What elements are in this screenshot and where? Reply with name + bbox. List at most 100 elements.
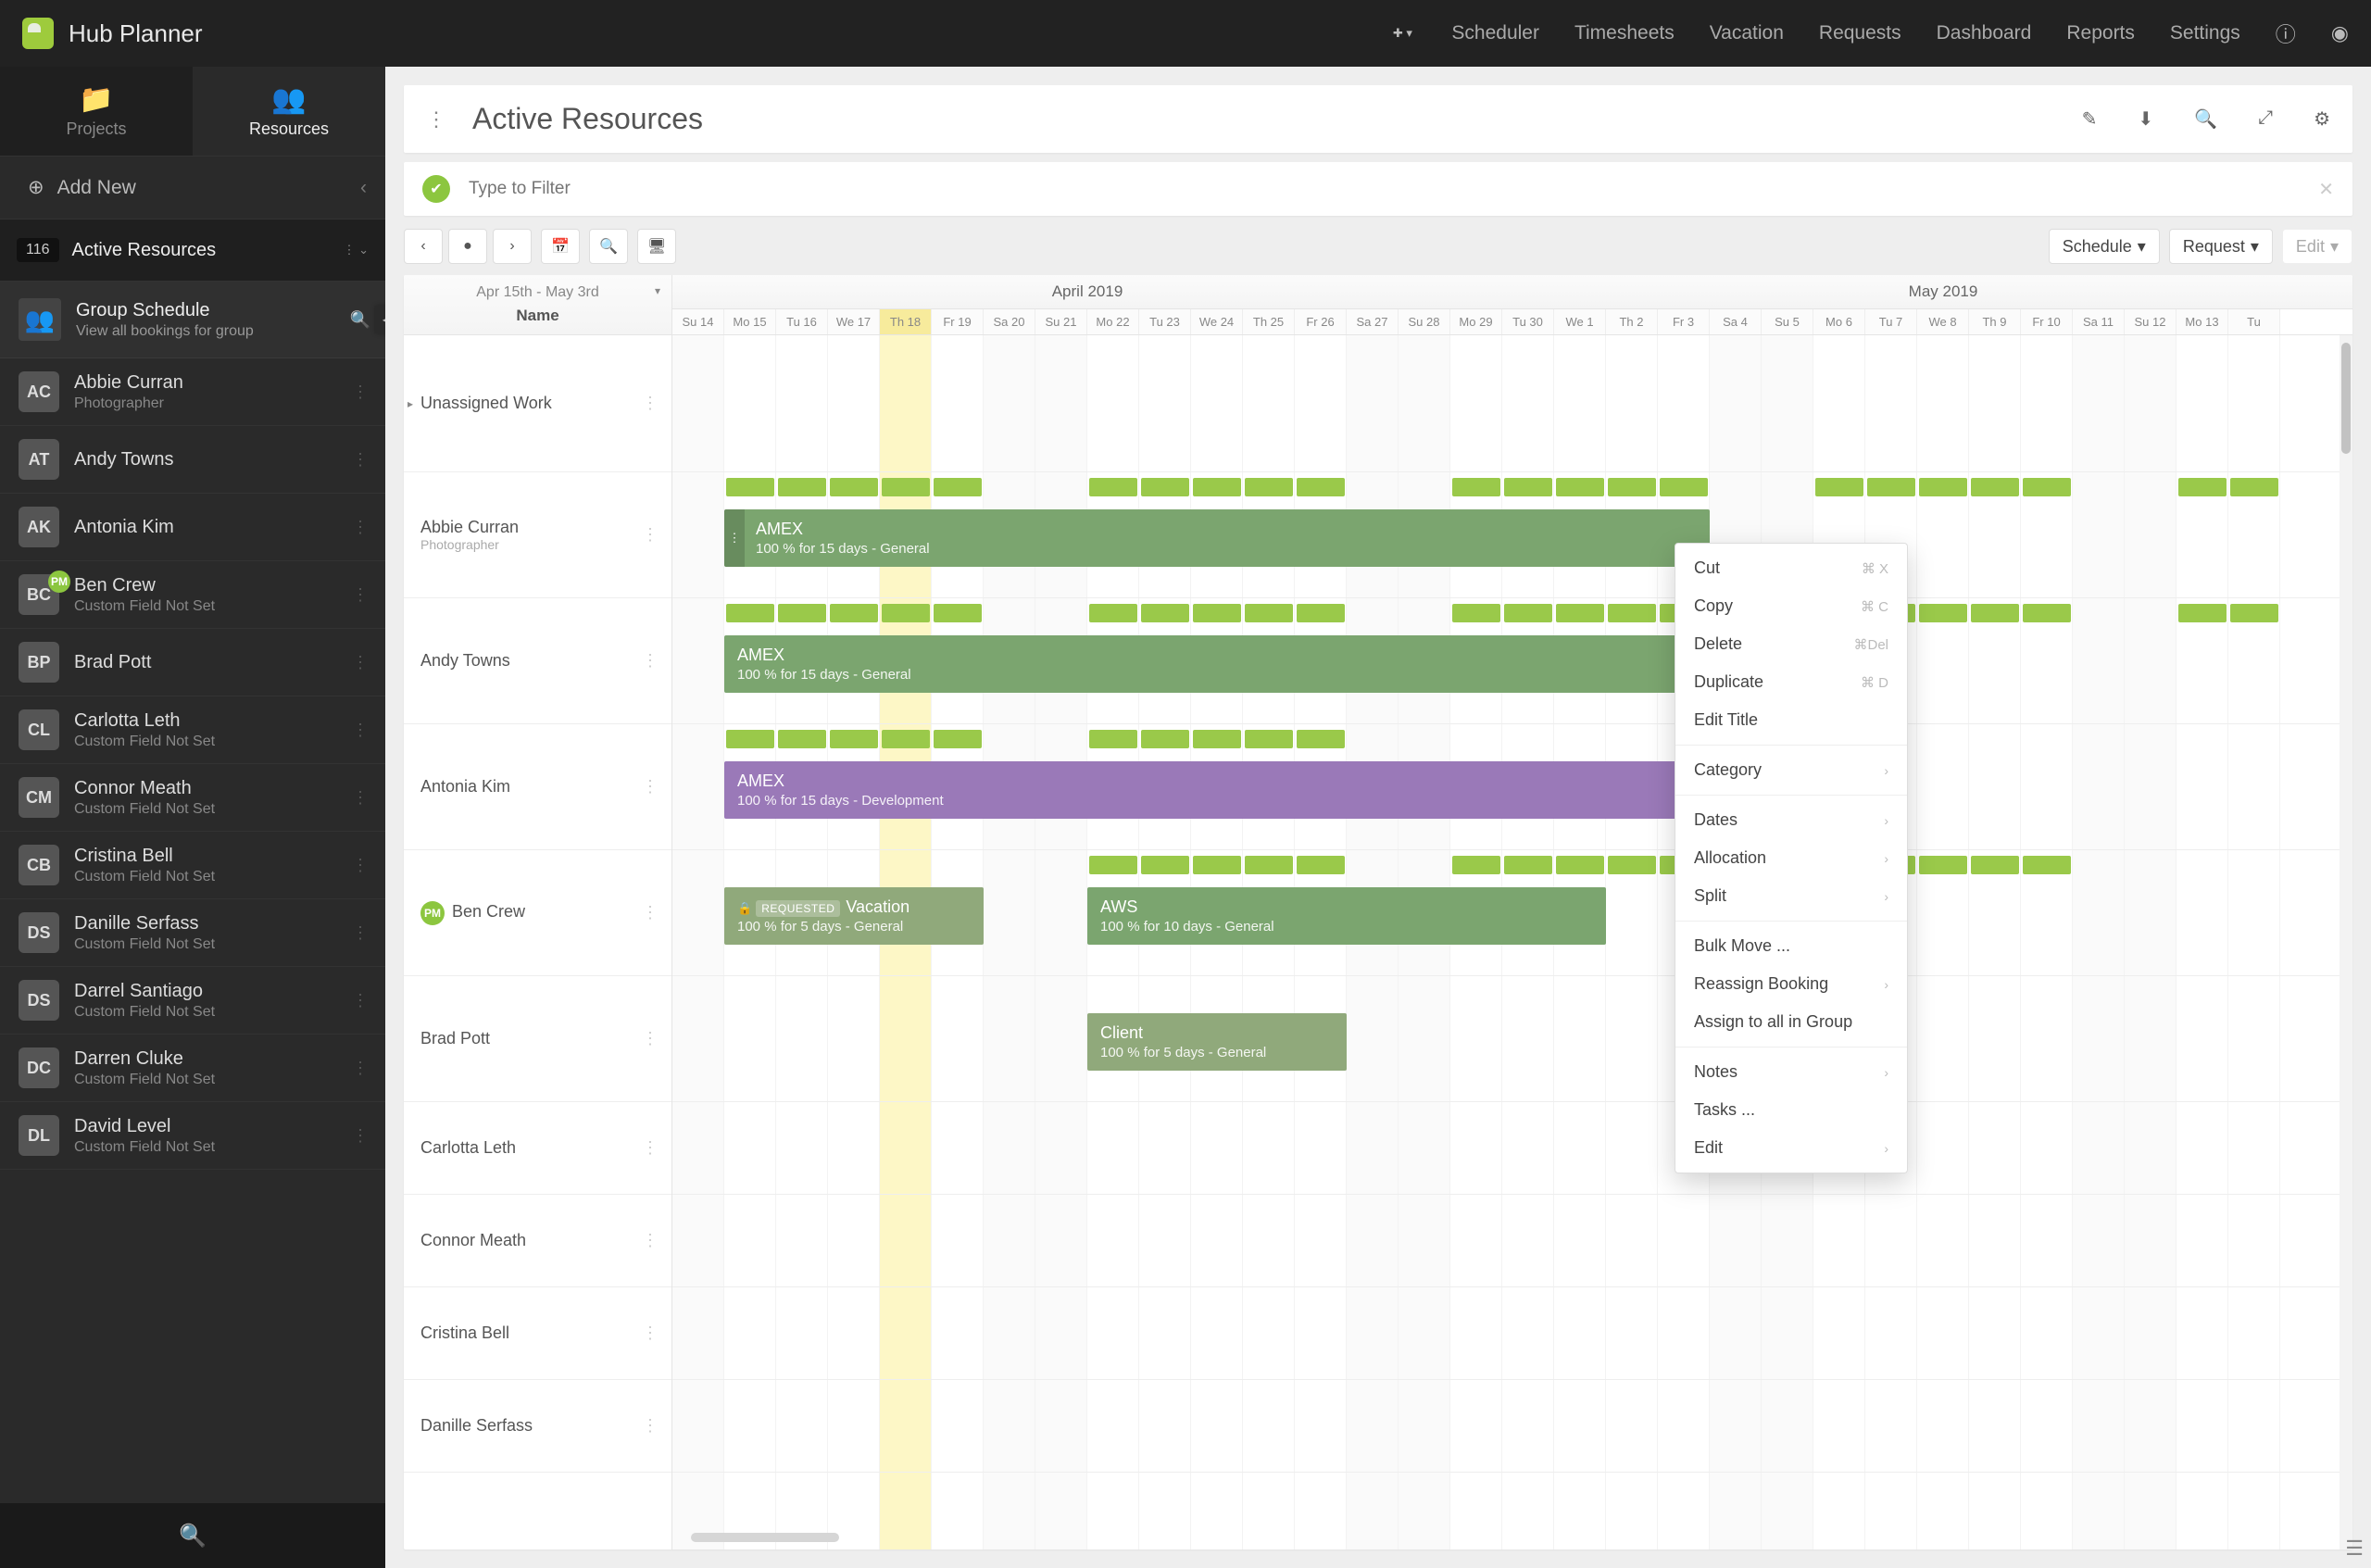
sidebar-item[interactable]: CB Cristina Bell Custom Field Not Set ⋮: [0, 832, 385, 899]
day-header[interactable]: Fr 26: [1295, 309, 1347, 334]
row-name-cell[interactable]: PMBen Crew⋮: [404, 850, 671, 976]
nav-timesheets[interactable]: Timesheets: [1574, 22, 1675, 44]
row-name-cell[interactable]: Brad Pott⋮: [404, 976, 671, 1102]
nav-settings[interactable]: Settings: [2170, 22, 2240, 44]
request-dropdown[interactable]: Request ▾: [2169, 229, 2273, 264]
sidebar-item[interactable]: BP Brad Pott ⋮: [0, 629, 385, 696]
hamburger-icon[interactable]: ☰: [2345, 1537, 2364, 1561]
page-menu-icon[interactable]: ⋮: [426, 107, 446, 132]
more-icon[interactable]: ⋮: [642, 525, 659, 545]
context-menu-item[interactable]: Split›: [1675, 877, 1907, 915]
scheduler-row[interactable]: [672, 335, 2352, 472]
day-header[interactable]: Th 2: [1606, 309, 1658, 334]
context-menu-item[interactable]: Duplicate⌘ D: [1675, 663, 1907, 701]
scheduler-row[interactable]: [672, 1287, 2352, 1380]
more-icon[interactable]: ⋮: [352, 856, 369, 875]
download-icon[interactable]: ⬇: [2138, 107, 2153, 131]
context-menu-item[interactable]: Cut⌘ X: [1675, 549, 1907, 587]
more-icon[interactable]: ⋮: [352, 383, 369, 402]
nav-dashboard[interactable]: Dashboard: [1937, 22, 2032, 44]
nav-vacation[interactable]: Vacation: [1710, 22, 1784, 44]
day-header[interactable]: Mo 6: [1813, 309, 1865, 334]
scheduler-row[interactable]: [672, 1195, 2352, 1287]
more-icon[interactable]: ⋮: [352, 585, 369, 605]
filter-input[interactable]: [469, 179, 2300, 199]
scheduler-row[interactable]: 🔒REQUESTEDVacation100 % for 5 days - Gen…: [672, 850, 2352, 976]
more-icon[interactable]: ⋮ ⌄: [343, 243, 369, 257]
row-name-cell[interactable]: Andy Towns⋮: [404, 598, 671, 724]
sidebar-group-schedule[interactable]: 👥 Group Schedule View all bookings for g…: [0, 282, 385, 358]
day-header[interactable]: Su 28: [1399, 309, 1450, 334]
prev-button[interactable]: ‹: [404, 229, 443, 264]
more-icon[interactable]: ⋮: [642, 1029, 659, 1048]
more-icon[interactable]: ⋮: [352, 788, 369, 808]
more-icon[interactable]: ⋮: [352, 991, 369, 1010]
sidebar-active-header[interactable]: 116 Active Resources ⋮ ⌄: [0, 219, 385, 282]
drag-handle-icon[interactable]: ⋮: [724, 509, 745, 567]
context-menu-item[interactable]: Notes›: [1675, 1053, 1907, 1091]
edit-icon[interactable]: ✎: [2082, 107, 2098, 131]
calendar-button[interactable]: 📅: [541, 229, 580, 264]
sidebar-search-bar[interactable]: 🔍: [0, 1503, 385, 1568]
nav-requests[interactable]: Requests: [1819, 22, 1901, 44]
day-header[interactable]: Sa 20: [984, 309, 1035, 334]
search-icon[interactable]: 🔍: [350, 310, 370, 330]
day-header[interactable]: Sa 27: [1347, 309, 1399, 334]
day-header[interactable]: Tu 16: [776, 309, 828, 334]
today-button[interactable]: ●: [448, 229, 487, 264]
day-header[interactable]: Mo 13: [2177, 309, 2228, 334]
more-icon[interactable]: ⋮: [642, 1231, 659, 1250]
vertical-scrollbar-track[interactable]: [2340, 335, 2352, 1549]
day-header[interactable]: We 24: [1191, 309, 1243, 334]
edit-dropdown[interactable]: Edit ▾: [2282, 229, 2352, 264]
day-header[interactable]: Tu 7: [1865, 309, 1917, 334]
day-header[interactable]: Su 12: [2125, 309, 2177, 334]
day-header[interactable]: We 8: [1917, 309, 1969, 334]
booking[interactable]: ⋮AMEX100 % for 15 days - General: [724, 509, 1710, 567]
sidebar-item[interactable]: CL Carlotta Leth Custom Field Not Set ⋮: [0, 696, 385, 764]
day-header[interactable]: Fr 19: [932, 309, 984, 334]
add-icon[interactable]: ✚ ▾: [1388, 19, 1416, 47]
day-header[interactable]: We 17: [828, 309, 880, 334]
scheduler-row[interactable]: Client100 % for 5 days - General: [672, 976, 2352, 1102]
vertical-scrollbar-thumb[interactable]: [2341, 343, 2351, 454]
sidebar-item[interactable]: CM Connor Meath Custom Field Not Set ⋮: [0, 764, 385, 832]
sidebar-add-new[interactable]: ⊕ Add New ‹: [0, 156, 385, 219]
row-name-cell[interactable]: Abbie CurranPhotographer⋮: [404, 472, 671, 598]
day-header[interactable]: Mo 15: [724, 309, 776, 334]
scheduler-row[interactable]: [672, 1380, 2352, 1473]
search-icon[interactable]: 🔍: [2194, 107, 2217, 131]
context-menu-item[interactable]: Copy⌘ C: [1675, 587, 1907, 625]
caret-down-icon[interactable]: ▾: [655, 284, 660, 297]
more-icon[interactable]: ⋮: [352, 653, 369, 672]
more-icon[interactable]: ⋮: [642, 651, 659, 671]
more-icon[interactable]: ⋮: [642, 777, 659, 797]
day-header[interactable]: Tu 23: [1139, 309, 1191, 334]
sidebar-item[interactable]: DL David Level Custom Field Not Set ⋮: [0, 1102, 385, 1170]
context-menu-item[interactable]: Assign to all in Group: [1675, 1003, 1907, 1041]
day-header[interactable]: Su 14: [672, 309, 724, 334]
filter-check-icon[interactable]: ✔: [422, 175, 450, 203]
scheduler-row[interactable]: AMEX100 % for 15 days - General: [672, 598, 2352, 724]
more-icon[interactable]: ⋮: [642, 394, 659, 413]
user-icon[interactable]: ◉: [2331, 21, 2349, 45]
sidebar-item[interactable]: DC Darren Cluke Custom Field Not Set ⋮: [0, 1035, 385, 1102]
context-menu-item[interactable]: Reassign Booking›: [1675, 965, 1907, 1003]
more-icon[interactable]: ⋮: [352, 1126, 369, 1146]
sidebar-item[interactable]: AK Antonia Kim ⋮: [0, 494, 385, 561]
nav-scheduler[interactable]: Scheduler: [1451, 22, 1539, 44]
gear-icon[interactable]: ⚙: [2314, 107, 2330, 131]
nav-reports[interactable]: Reports: [2066, 22, 2135, 44]
day-header[interactable]: Fr 3: [1658, 309, 1710, 334]
sidebar-item[interactable]: AT Andy Towns ⋮: [0, 426, 385, 494]
day-header[interactable]: Mo 29: [1450, 309, 1502, 334]
booking[interactable]: 🔒REQUESTEDVacation100 % for 5 days - Gen…: [724, 887, 984, 945]
fullscreen-icon[interactable]: ⤢: [2258, 107, 2273, 131]
context-menu-item[interactable]: Edit Title: [1675, 701, 1907, 739]
row-name-cell[interactable]: Antonia Kim⋮: [404, 724, 671, 850]
day-header[interactable]: Fr 10: [2021, 309, 2073, 334]
day-header[interactable]: Su 5: [1762, 309, 1813, 334]
day-header[interactable]: Th 18: [880, 309, 932, 334]
sidebar-item[interactable]: AC Abbie Curran Photographer ⋮: [0, 358, 385, 426]
sidebar-item[interactable]: DS Danille Serfass Custom Field Not Set …: [0, 899, 385, 967]
